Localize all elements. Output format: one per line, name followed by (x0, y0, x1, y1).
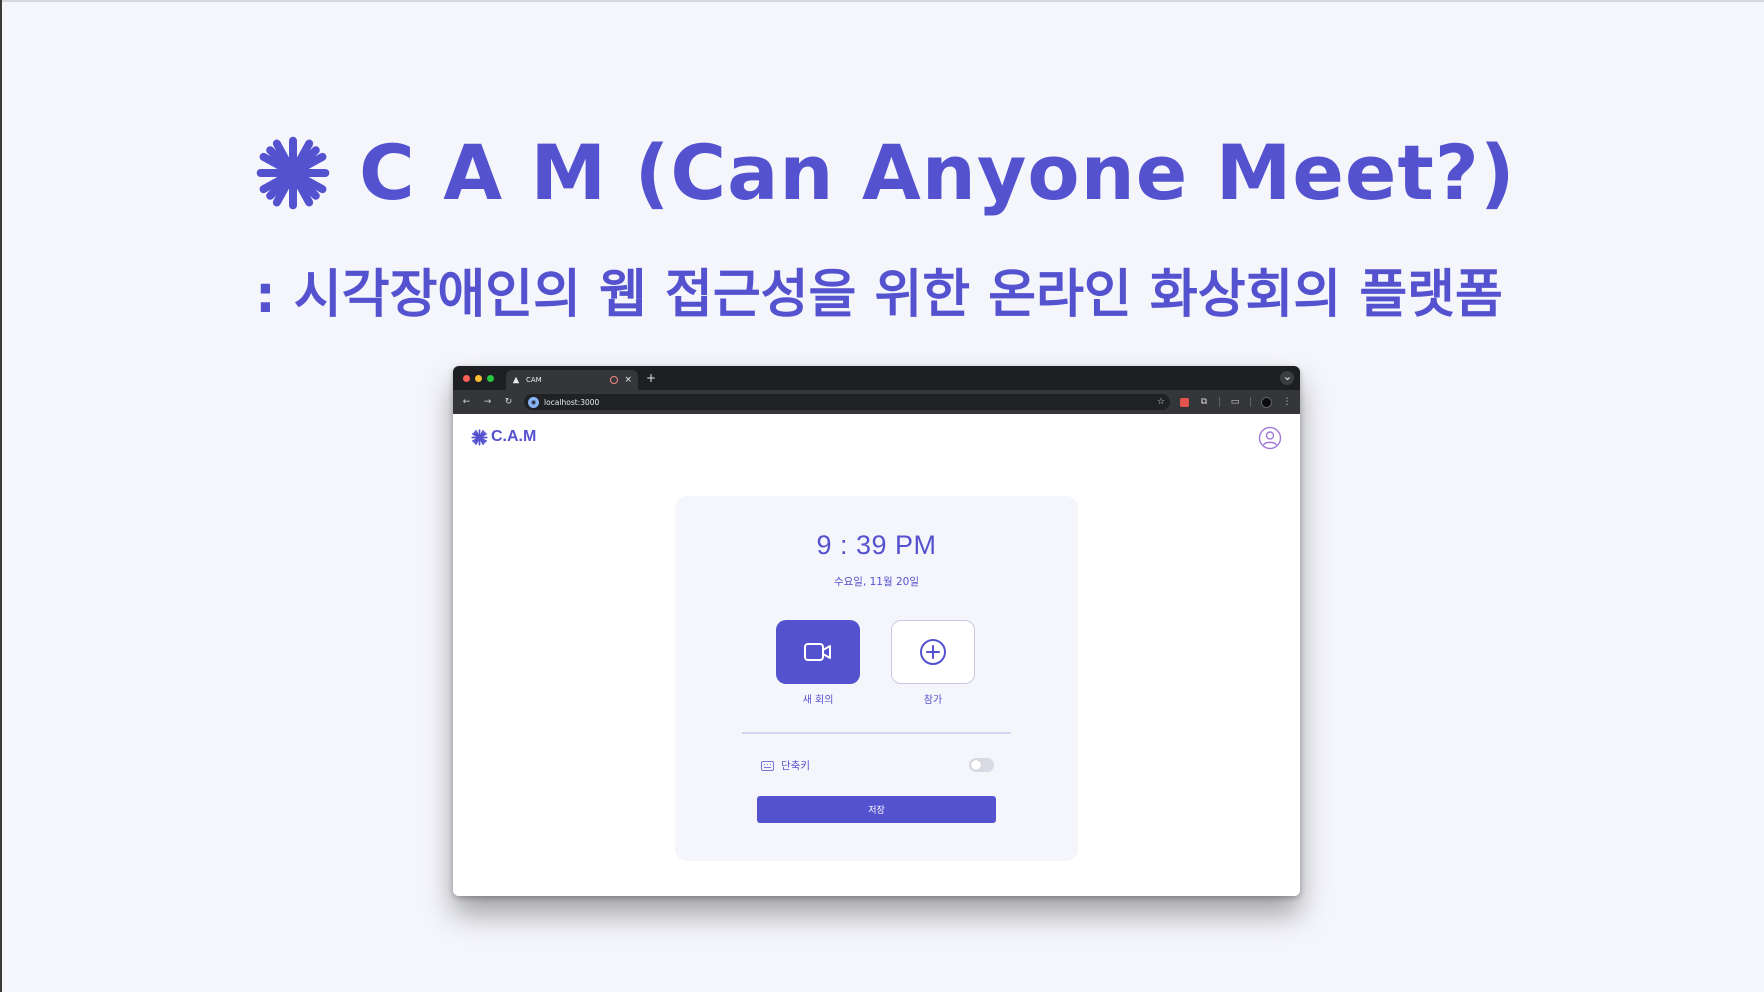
address-bar[interactable]: ◉ localhost:3000 ☆ (524, 394, 1170, 410)
browser-tab-bar: CAM × + (453, 366, 1300, 390)
join-meeting-label: 참가 (923, 695, 943, 706)
tab-search-button[interactable] (1280, 371, 1294, 385)
reading-list-icon[interactable]: ▭ (1230, 397, 1240, 407)
new-meeting-label: 새 회의 (802, 695, 834, 706)
plus-circle-icon (920, 639, 946, 665)
video-camera-icon (804, 643, 831, 661)
user-profile-icon[interactable] (1258, 426, 1282, 450)
forward-arrow-icon[interactable]: → (482, 397, 493, 407)
join-meeting-action: 참가 (891, 620, 975, 706)
maximize-window-button[interactable] (487, 374, 494, 382)
browser-window: CAM × + ← → ↻ ◉ localhost:3000 ☆ ⧉ ▭ ⋮ C… (453, 366, 1300, 896)
new-tab-button[interactable]: + (646, 371, 656, 385)
slide-title-text: C A M (Can Anyone Meet?) (359, 128, 1516, 217)
new-meeting-action: 새 회의 (776, 620, 860, 706)
save-button[interactable]: 저장 (757, 796, 996, 823)
tab-close-icon[interactable]: × (624, 375, 632, 385)
browser-tab[interactable]: CAM × (506, 370, 638, 390)
logo-text: C.A.M (491, 428, 537, 445)
browser-toolbar: ← → ↻ ◉ localhost:3000 ☆ ⧉ ▭ ⋮ (453, 390, 1300, 414)
app-page: C.A.M 9 : 39 PM 수요일, 11월 20일 새 회의 참가 단축키… (453, 414, 1300, 896)
reload-icon[interactable]: ↻ (503, 397, 514, 407)
section-divider (742, 732, 1011, 734)
back-arrow-icon[interactable]: ← (461, 397, 472, 407)
slide-top-edge (0, 0, 1764, 2)
join-meeting-button[interactable] (891, 620, 975, 684)
app-logo[interactable]: C.A.M (471, 428, 536, 446)
meeting-card: 9 : 39 PM 수요일, 11월 20일 새 회의 참가 단축키 저장 (675, 496, 1078, 861)
slide-title: C A M (Can Anyone Meet?) (255, 128, 1516, 217)
new-meeting-button[interactable] (776, 620, 860, 684)
shortcut-label: 단축키 (781, 760, 810, 772)
site-info-icon[interactable]: ◉ (528, 396, 539, 408)
current-date: 수요일, 11월 20일 (833, 576, 920, 588)
keyboard-icon (761, 760, 774, 771)
close-window-button[interactable] (463, 374, 470, 382)
more-menu-icon[interactable]: ⋮ (1282, 397, 1292, 407)
url-text: localhost:3000 (544, 397, 600, 407)
slide-subtitle: : 시각장애인의 웹 접근성을 위한 온라인 화상회의 플랫폼 (255, 265, 1503, 325)
bookmark-star-icon[interactable]: ☆ (1156, 397, 1166, 407)
extension-icon[interactable] (1180, 397, 1189, 407)
shortcut-toggle[interactable] (969, 758, 994, 772)
slide-left-edge (0, 0, 2, 992)
asterisk-icon (256, 136, 330, 209)
chevron-down-icon (1284, 376, 1290, 380)
current-time: 9 : 39 PM (816, 530, 937, 560)
tab-title: CAM (526, 376, 542, 384)
favicon-icon (512, 376, 520, 384)
toggle-knob (971, 760, 981, 770)
toolbar-divider (1250, 397, 1251, 407)
minimize-window-button[interactable] (475, 374, 482, 382)
recording-indicator-icon (610, 376, 619, 384)
toolbar-divider (1219, 397, 1220, 407)
asterisk-logo-icon (471, 428, 488, 446)
profile-avatar[interactable] (1261, 396, 1272, 408)
window-controls (463, 374, 494, 382)
extensions-puzzle-icon[interactable]: ⧉ (1199, 397, 1209, 407)
shortcut-setting: 단축키 (761, 758, 810, 773)
